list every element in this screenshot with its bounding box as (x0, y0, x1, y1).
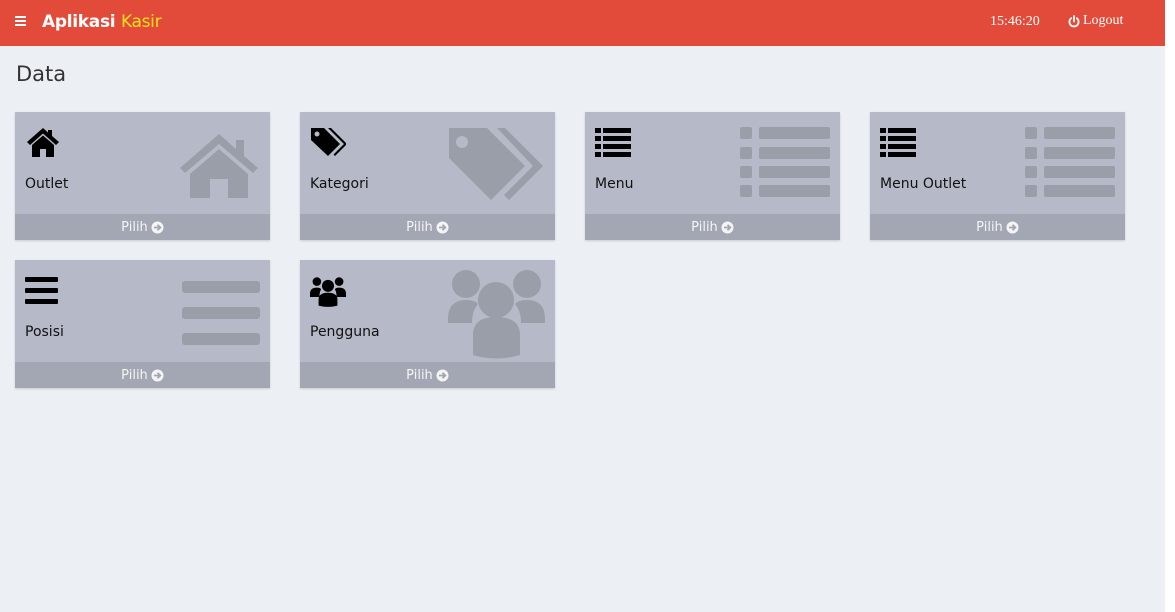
tile-posisi: Posisi Pilih (15, 260, 270, 388)
tile-label: Posisi (25, 324, 64, 340)
select-label: Pilih (976, 219, 1003, 235)
logout-label: Logout (1083, 13, 1124, 28)
tags-icon-large (449, 128, 543, 200)
users-icon-large (448, 270, 545, 359)
select-button[interactable]: Pilih (300, 214, 555, 240)
tile-label: Kategori (310, 176, 369, 192)
select-label: Pilih (121, 219, 148, 235)
brand-logo[interactable]: Aplikasi Kasir (42, 12, 162, 32)
scrollbar-track[interactable] (1165, 0, 1175, 612)
home-icon (27, 128, 59, 157)
select-label: Pilih (406, 219, 433, 235)
arrow-circle-right-icon (436, 221, 449, 233)
top-navbar: Aplikasi Kasir 15:46:20 Logout (0, 0, 1165, 46)
select-label: Pilih (691, 219, 718, 235)
users-icon (310, 277, 346, 307)
list-icon-large (1025, 127, 1115, 197)
tile-menu: Menu Pilih (585, 112, 840, 240)
home-icon-large (180, 134, 258, 198)
list-icon-large (740, 127, 830, 197)
tile-kategori: Kategori Pilih (300, 112, 555, 240)
logout-button[interactable]: Logout (1068, 13, 1123, 29)
bars-icon-large (182, 281, 260, 345)
tile-label: Pengguna (310, 324, 380, 340)
tile-pengguna: Pengguna Pilih (300, 260, 555, 388)
power-icon (1068, 14, 1080, 27)
menu-toggle-icon[interactable] (15, 15, 27, 27)
tags-icon (311, 128, 346, 156)
select-label: Pilih (121, 367, 148, 383)
brand-accent-text: Kasir (120, 12, 162, 32)
select-button[interactable]: Pilih (300, 362, 555, 388)
arrow-circle-right-icon (151, 221, 164, 233)
select-label: Pilih (406, 367, 433, 383)
page-title: Data (16, 62, 67, 86)
arrow-circle-right-icon (721, 221, 734, 233)
brand-main-text: Aplikasi (42, 12, 116, 32)
select-button[interactable]: Pilih (15, 214, 270, 240)
tile-label: Menu Outlet (880, 176, 967, 192)
select-button[interactable]: Pilih (585, 214, 840, 240)
clock-time: 15:46:20 (990, 14, 1040, 29)
arrow-circle-right-icon (151, 369, 164, 381)
tile-menu-outlet: Menu Outlet Pilih (870, 112, 1125, 240)
tile-label: Menu (595, 176, 634, 192)
bars-icon (25, 277, 58, 304)
tile-outlet: Outlet Pilih (15, 112, 270, 240)
tile-label: Outlet (25, 176, 69, 192)
list-icon (880, 128, 916, 157)
arrow-circle-right-icon (1006, 221, 1019, 233)
select-button[interactable]: Pilih (870, 214, 1125, 240)
select-button[interactable]: Pilih (15, 362, 270, 388)
arrow-circle-right-icon (436, 369, 449, 381)
list-icon (595, 128, 631, 157)
